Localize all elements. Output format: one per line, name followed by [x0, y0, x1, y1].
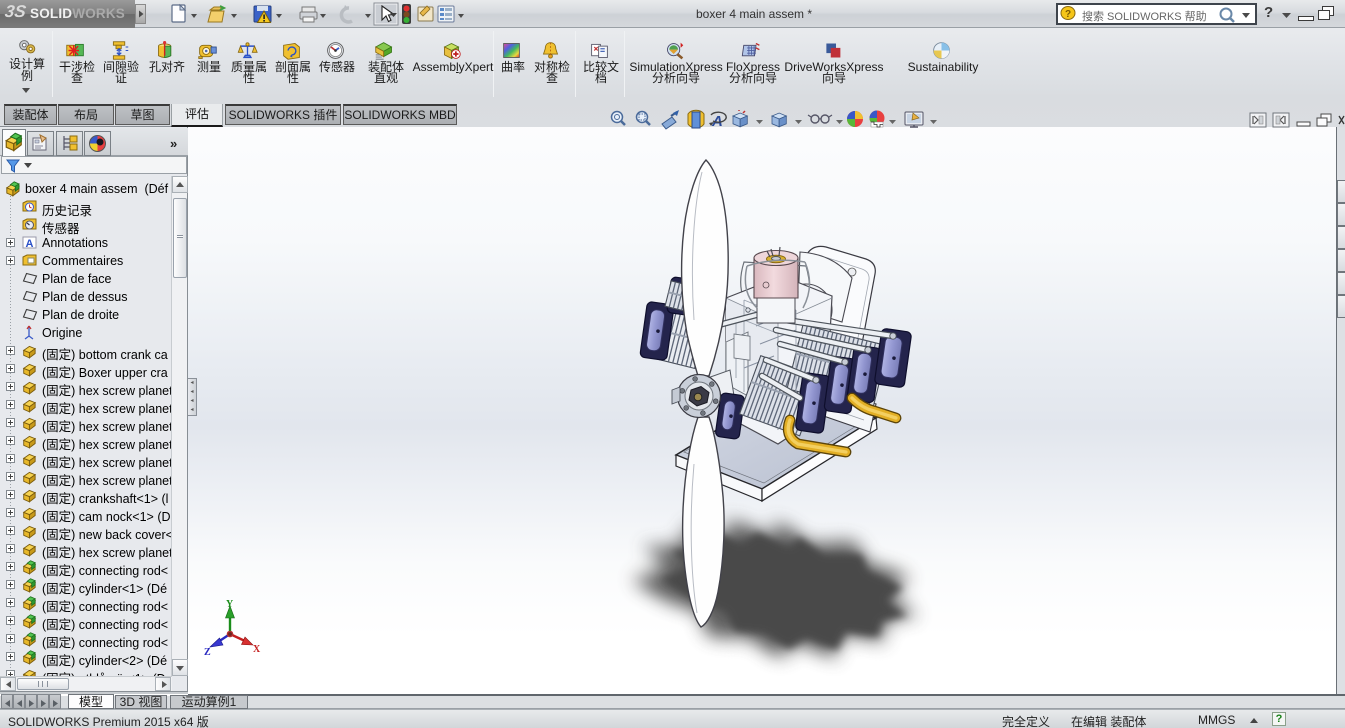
svg-text:?: ? — [1065, 9, 1071, 20]
svg-text:Z: Z — [204, 647, 211, 658]
svg-text:Y: Y — [226, 599, 234, 610]
svg-text:X: X — [253, 644, 261, 655]
